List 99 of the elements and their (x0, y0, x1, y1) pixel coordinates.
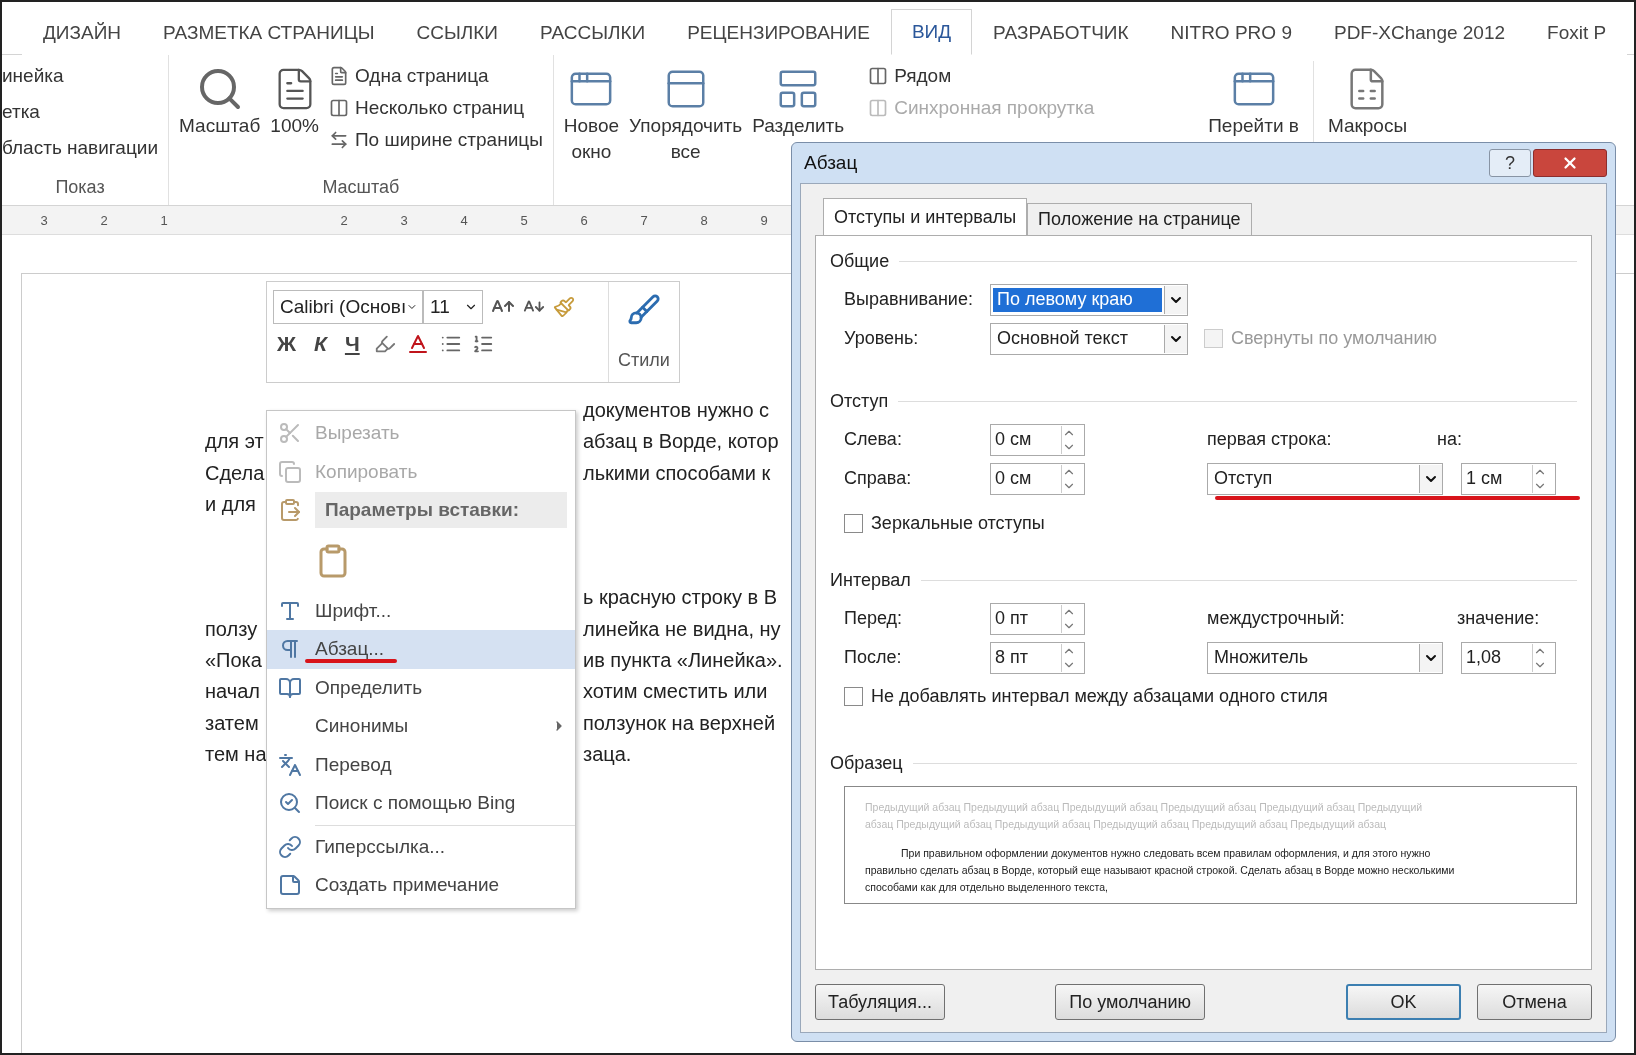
ribbon-option[interactable]: инейка (2, 65, 159, 87)
group-label: Масштаб (321, 176, 401, 199)
numbered-list-icon[interactable] (471, 333, 494, 355)
menu-header: Параметры вставки: (315, 492, 567, 529)
dialog-button[interactable]: По умолчанию (1055, 984, 1206, 1020)
new-window-button[interactable]: Новое окно (563, 61, 620, 201)
menu-item[interactable]: Создать примечание (267, 866, 575, 905)
side-by-side-icon (868, 66, 889, 86)
preview-text: Предыдущий абзац Предыдущий абзац Предыдущий абзац Предыдущий абзац Предыдущий абзац Предыдущий абзац Предыдущий абзац Предыдущий абзац Предыдущий абзац Предыдущий абзац Предыдущий абзац (865, 800, 1424, 832)
dropdown-field[interactable]: Отступ (1207, 462, 1443, 495)
note-icon (278, 873, 302, 898)
zoom-100-button[interactable]: 100% (270, 61, 319, 173)
document-text: и для (205, 493, 256, 516)
scissors-icon (278, 421, 302, 446)
document-text: ползунок на верхней (583, 711, 776, 734)
styles-button[interactable]: Стили (608, 282, 679, 382)
side-by-side-icon (868, 98, 889, 118)
document-text: ив пункта «Линейка». (583, 648, 783, 671)
field-label: Справа: (844, 468, 913, 489)
document-text: ь красную строку в В (583, 586, 778, 609)
menu-item[interactable]: Определить (267, 668, 575, 707)
field-label: Слева: (844, 429, 903, 450)
help-button[interactable]: ? (1489, 149, 1531, 177)
document-text: для эт (205, 430, 264, 453)
ribbon-button[interactable]: Рядом (868, 65, 1199, 87)
document-text: затем (205, 711, 259, 734)
ribbon-button[interactable]: По ширине страницы (328, 129, 543, 151)
document-text: лькими способами к (583, 461, 771, 484)
two-pages-icon (328, 98, 349, 118)
field-label: на: (1437, 429, 1463, 450)
book-icon (278, 675, 302, 700)
ribbon-option[interactable]: бласть навигации (2, 137, 159, 159)
field-label: значение: (1457, 608, 1541, 629)
document-text: ползу (205, 617, 258, 640)
document-text: абзац в Ворде, котор (583, 430, 779, 453)
field-label: первая строка: (1207, 429, 1333, 450)
document-text: начал (205, 680, 260, 703)
dialog-tab[interactable]: Отступы и интервалы (823, 198, 1028, 236)
ribbon-button[interactable]: Несколько страниц (328, 97, 543, 119)
ribbon-button[interactable]: Одна страница (328, 65, 543, 87)
italic-button[interactable]: К (310, 332, 331, 356)
document-text: линейка не видна, ну (583, 617, 781, 640)
document-text: Сдела (205, 461, 265, 484)
field-label: После: (844, 647, 903, 668)
document-text: заца. (583, 742, 632, 765)
group-label: Показ (54, 176, 106, 199)
menu-item[interactable]: Абзац... (267, 630, 575, 669)
spin-field[interactable]: 1,08 (1461, 641, 1556, 674)
field-label: Перед: (844, 608, 904, 629)
dialog-button[interactable]: Отмена (1477, 984, 1592, 1020)
field-label: междустрочный: (1207, 608, 1346, 629)
menu-item[interactable]: Поиск с помощью Bing (267, 784, 575, 823)
dropdown-field[interactable]: Множитель (1207, 641, 1443, 674)
section-heading: Интервал (830, 561, 1577, 599)
preview-text: При правильном оформлении документов нужно следовать всем правилам оформления, и для этого нужно правильно сделать абзац в Ворде, который еще называют красной строкой. Сделать абзац в Ворде можно несколькими способами как для отдельно выделенного текста, (865, 846, 1455, 895)
dropdown-field[interactable]: Основной текст (990, 322, 1188, 355)
menu-item[interactable]: Гиперссылка... (267, 827, 575, 866)
macros-button[interactable]: Макросы (1323, 61, 1408, 201)
underline-button[interactable]: Ч (340, 332, 364, 356)
menu-item[interactable]: Перевод (267, 745, 575, 784)
document-text: тем на (205, 742, 267, 765)
dialog-title: Абзац (803, 152, 858, 174)
close-icon (1561, 154, 1579, 172)
spin-field[interactable]: 0 см (990, 462, 1085, 495)
font-field[interactable]: Calibri (Основı (273, 290, 423, 324)
font-size-field[interactable]: 11 (423, 290, 483, 324)
menu-item[interactable]: Шрифт... (267, 591, 575, 630)
dialog-button[interactable]: OK (1346, 984, 1461, 1020)
spin-field[interactable]: 0 пт (990, 602, 1085, 635)
spin-field[interactable]: 8 пт (990, 641, 1085, 674)
section-heading: Отступ (830, 382, 1577, 420)
zoom-button[interactable]: Масштаб (179, 61, 261, 173)
document-text: хотим сместить или (583, 680, 768, 703)
spin-field[interactable]: 1 см (1461, 462, 1556, 495)
bold-button[interactable]: Ж (273, 332, 300, 356)
format-painter-icon[interactable] (553, 296, 575, 318)
copy-icon (278, 459, 302, 484)
dialog-tab[interactable]: Положение на странице (1027, 203, 1252, 236)
translate-icon (278, 752, 302, 777)
dialog-button[interactable]: Табуляция... (815, 984, 946, 1020)
search-icon (278, 791, 302, 816)
field-label: Уровень: (844, 328, 920, 349)
checkbox[interactable]: Не добавлять интервал между абзацами одного стиля (844, 686, 1328, 707)
spin-field[interactable]: 0 см (990, 423, 1085, 456)
arrange-button[interactable]: Упорядочить все (629, 61, 743, 201)
highlighter-icon[interactable] (373, 333, 396, 355)
dropdown-field[interactable]: По левому краю (990, 283, 1188, 316)
close-button[interactable] (1533, 149, 1607, 177)
ribbon-tab[interactable]: ВИД (890, 9, 973, 55)
section-heading: Общие (830, 242, 1577, 280)
ribbon-option[interactable]: етка (2, 101, 159, 123)
document-text: документов нужно с (583, 399, 770, 422)
section-heading: Образец (830, 744, 1577, 782)
checkbox[interactable]: Зеркальные отступы (844, 513, 1045, 534)
field-label: Выравнивание: (844, 289, 974, 310)
clipboard-icon (278, 498, 302, 523)
document-text: «Пока (205, 648, 262, 671)
menu-item[interactable]: Синонимы (267, 707, 575, 746)
link-icon (278, 834, 302, 859)
